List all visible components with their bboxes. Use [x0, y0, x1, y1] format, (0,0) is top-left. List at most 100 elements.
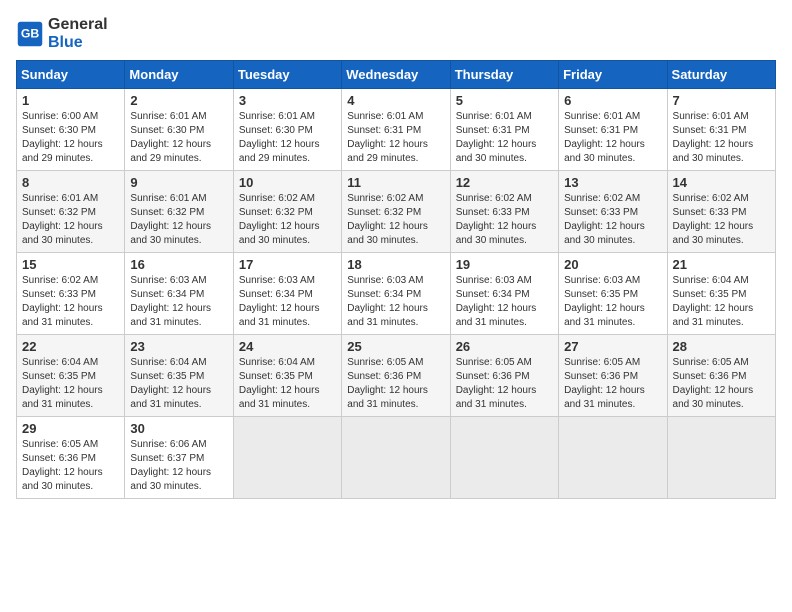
cell-content: Sunrise: 6:03 AM Sunset: 6:34 PM Dayligh…	[456, 274, 553, 330]
calendar-cell	[559, 417, 667, 499]
day-number: 10	[239, 175, 336, 190]
cell-content: Sunrise: 6:04 AM Sunset: 6:35 PM Dayligh…	[130, 356, 227, 412]
day-number: 27	[564, 339, 661, 354]
day-number: 5	[456, 93, 553, 108]
day-number: 25	[347, 339, 444, 354]
day-number: 6	[564, 93, 661, 108]
day-number: 4	[347, 93, 444, 108]
cell-content: Sunrise: 6:01 AM Sunset: 6:31 PM Dayligh…	[564, 110, 661, 166]
cell-content: Sunrise: 6:01 AM Sunset: 6:31 PM Dayligh…	[673, 110, 770, 166]
day-number: 19	[456, 257, 553, 272]
calendar-cell: 13 Sunrise: 6:02 AM Sunset: 6:33 PM Dayl…	[559, 171, 667, 253]
calendar-table: SundayMondayTuesdayWednesdayThursdayFrid…	[16, 60, 776, 499]
cell-content: Sunrise: 6:02 AM Sunset: 6:33 PM Dayligh…	[456, 192, 553, 248]
cell-content: Sunrise: 6:01 AM Sunset: 6:31 PM Dayligh…	[347, 110, 444, 166]
calendar-cell: 28 Sunrise: 6:05 AM Sunset: 6:36 PM Dayl…	[667, 335, 775, 417]
svg-text:GB: GB	[21, 27, 40, 41]
cell-content: Sunrise: 6:06 AM Sunset: 6:37 PM Dayligh…	[130, 438, 227, 494]
calendar-cell: 14 Sunrise: 6:02 AM Sunset: 6:33 PM Dayl…	[667, 171, 775, 253]
calendar-cell: 7 Sunrise: 6:01 AM Sunset: 6:31 PM Dayli…	[667, 89, 775, 171]
calendar-week-5: 29 Sunrise: 6:05 AM Sunset: 6:36 PM Dayl…	[17, 417, 776, 499]
day-number: 3	[239, 93, 336, 108]
day-number: 15	[22, 257, 119, 272]
calendar-cell: 6 Sunrise: 6:01 AM Sunset: 6:31 PM Dayli…	[559, 89, 667, 171]
logo: GB General Blue	[16, 16, 108, 52]
day-number: 11	[347, 175, 444, 190]
day-number: 26	[456, 339, 553, 354]
calendar-week-1: 1 Sunrise: 6:00 AM Sunset: 6:30 PM Dayli…	[17, 89, 776, 171]
day-number: 21	[673, 257, 770, 272]
day-number: 8	[22, 175, 119, 190]
calendar-cell: 27 Sunrise: 6:05 AM Sunset: 6:36 PM Dayl…	[559, 335, 667, 417]
calendar-cell: 12 Sunrise: 6:02 AM Sunset: 6:33 PM Dayl…	[450, 171, 558, 253]
calendar-cell: 22 Sunrise: 6:04 AM Sunset: 6:35 PM Dayl…	[17, 335, 125, 417]
calendar-week-2: 8 Sunrise: 6:01 AM Sunset: 6:32 PM Dayli…	[17, 171, 776, 253]
calendar-cell: 17 Sunrise: 6:03 AM Sunset: 6:34 PM Dayl…	[233, 253, 341, 335]
logo-icon: GB	[16, 20, 44, 48]
calendar-cell: 23 Sunrise: 6:04 AM Sunset: 6:35 PM Dayl…	[125, 335, 233, 417]
calendar-cell: 20 Sunrise: 6:03 AM Sunset: 6:35 PM Dayl…	[559, 253, 667, 335]
calendar-cell: 16 Sunrise: 6:03 AM Sunset: 6:34 PM Dayl…	[125, 253, 233, 335]
logo-general: General	[48, 16, 108, 33]
day-number: 18	[347, 257, 444, 272]
cell-content: Sunrise: 6:01 AM Sunset: 6:30 PM Dayligh…	[239, 110, 336, 166]
calendar-cell: 11 Sunrise: 6:02 AM Sunset: 6:32 PM Dayl…	[342, 171, 450, 253]
cell-content: Sunrise: 6:01 AM Sunset: 6:31 PM Dayligh…	[456, 110, 553, 166]
calendar-cell: 26 Sunrise: 6:05 AM Sunset: 6:36 PM Dayl…	[450, 335, 558, 417]
cell-content: Sunrise: 6:04 AM Sunset: 6:35 PM Dayligh…	[239, 356, 336, 412]
weekday-header-saturday: Saturday	[667, 61, 775, 89]
cell-content: Sunrise: 6:03 AM Sunset: 6:35 PM Dayligh…	[564, 274, 661, 330]
calendar-cell: 19 Sunrise: 6:03 AM Sunset: 6:34 PM Dayl…	[450, 253, 558, 335]
cell-content: Sunrise: 6:03 AM Sunset: 6:34 PM Dayligh…	[130, 274, 227, 330]
day-number: 14	[673, 175, 770, 190]
weekday-header-tuesday: Tuesday	[233, 61, 341, 89]
calendar-cell: 2 Sunrise: 6:01 AM Sunset: 6:30 PM Dayli…	[125, 89, 233, 171]
cell-content: Sunrise: 6:03 AM Sunset: 6:34 PM Dayligh…	[347, 274, 444, 330]
day-number: 13	[564, 175, 661, 190]
cell-content: Sunrise: 6:02 AM Sunset: 6:32 PM Dayligh…	[347, 192, 444, 248]
day-number: 12	[456, 175, 553, 190]
cell-content: Sunrise: 6:03 AM Sunset: 6:34 PM Dayligh…	[239, 274, 336, 330]
day-number: 7	[673, 93, 770, 108]
weekday-header-thursday: Thursday	[450, 61, 558, 89]
calendar-cell	[233, 417, 341, 499]
weekday-header-wednesday: Wednesday	[342, 61, 450, 89]
day-number: 24	[239, 339, 336, 354]
calendar-cell: 8 Sunrise: 6:01 AM Sunset: 6:32 PM Dayli…	[17, 171, 125, 253]
day-number: 9	[130, 175, 227, 190]
calendar-cell: 9 Sunrise: 6:01 AM Sunset: 6:32 PM Dayli…	[125, 171, 233, 253]
weekday-header-friday: Friday	[559, 61, 667, 89]
weekday-header-sunday: Sunday	[17, 61, 125, 89]
cell-content: Sunrise: 6:04 AM Sunset: 6:35 PM Dayligh…	[22, 356, 119, 412]
day-number: 23	[130, 339, 227, 354]
cell-content: Sunrise: 6:00 AM Sunset: 6:30 PM Dayligh…	[22, 110, 119, 166]
cell-content: Sunrise: 6:01 AM Sunset: 6:32 PM Dayligh…	[22, 192, 119, 248]
day-number: 30	[130, 421, 227, 436]
day-number: 2	[130, 93, 227, 108]
day-number: 1	[22, 93, 119, 108]
calendar-cell: 3 Sunrise: 6:01 AM Sunset: 6:30 PM Dayli…	[233, 89, 341, 171]
cell-content: Sunrise: 6:02 AM Sunset: 6:33 PM Dayligh…	[22, 274, 119, 330]
cell-content: Sunrise: 6:02 AM Sunset: 6:33 PM Dayligh…	[564, 192, 661, 248]
calendar-cell: 18 Sunrise: 6:03 AM Sunset: 6:34 PM Dayl…	[342, 253, 450, 335]
calendar-week-4: 22 Sunrise: 6:04 AM Sunset: 6:35 PM Dayl…	[17, 335, 776, 417]
calendar-cell: 1 Sunrise: 6:00 AM Sunset: 6:30 PM Dayli…	[17, 89, 125, 171]
cell-content: Sunrise: 6:02 AM Sunset: 6:32 PM Dayligh…	[239, 192, 336, 248]
calendar-cell: 4 Sunrise: 6:01 AM Sunset: 6:31 PM Dayli…	[342, 89, 450, 171]
calendar-cell: 10 Sunrise: 6:02 AM Sunset: 6:32 PM Dayl…	[233, 171, 341, 253]
cell-content: Sunrise: 6:04 AM Sunset: 6:35 PM Dayligh…	[673, 274, 770, 330]
cell-content: Sunrise: 6:05 AM Sunset: 6:36 PM Dayligh…	[564, 356, 661, 412]
weekday-header-monday: Monday	[125, 61, 233, 89]
calendar-cell	[667, 417, 775, 499]
day-number: 22	[22, 339, 119, 354]
cell-content: Sunrise: 6:05 AM Sunset: 6:36 PM Dayligh…	[673, 356, 770, 412]
calendar-cell	[450, 417, 558, 499]
calendar-header-row: SundayMondayTuesdayWednesdayThursdayFrid…	[17, 61, 776, 89]
logo-blue: Blue	[48, 34, 83, 51]
cell-content: Sunrise: 6:05 AM Sunset: 6:36 PM Dayligh…	[347, 356, 444, 412]
day-number: 29	[22, 421, 119, 436]
cell-content: Sunrise: 6:01 AM Sunset: 6:30 PM Dayligh…	[130, 110, 227, 166]
day-number: 20	[564, 257, 661, 272]
calendar-cell: 25 Sunrise: 6:05 AM Sunset: 6:36 PM Dayl…	[342, 335, 450, 417]
cell-content: Sunrise: 6:05 AM Sunset: 6:36 PM Dayligh…	[22, 438, 119, 494]
